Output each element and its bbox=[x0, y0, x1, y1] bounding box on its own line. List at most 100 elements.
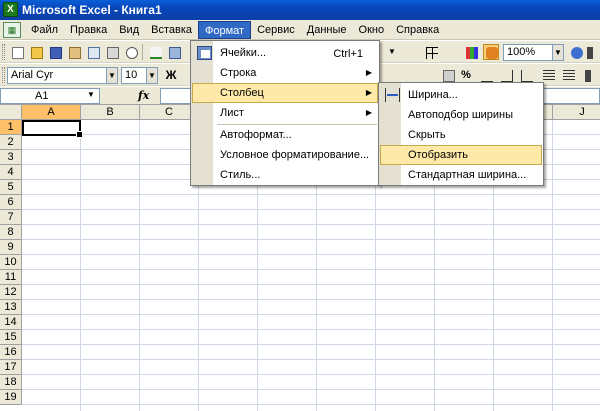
title-bar: X Microsoft Excel - Книга1 bbox=[0, 0, 600, 20]
toolbar-options-icon[interactable] bbox=[585, 44, 595, 60]
spelling-icon[interactable] bbox=[147, 44, 163, 60]
menu-item-row[interactable]: Строка ▶ bbox=[192, 63, 378, 83]
insert-function-icon[interactable]: fx bbox=[138, 89, 149, 102]
grid-line bbox=[22, 254, 600, 255]
submenu-item-standard-width[interactable]: Стандартная ширина... bbox=[380, 165, 542, 185]
new-document-icon[interactable] bbox=[9, 44, 25, 60]
grid-line bbox=[22, 209, 600, 210]
row-header[interactable]: 19 bbox=[0, 390, 22, 405]
menu-item-style[interactable]: Стиль... bbox=[192, 165, 378, 185]
function-dropdown-icon[interactable]: ▼ bbox=[386, 44, 398, 61]
menu-item-label: Стиль... bbox=[220, 169, 261, 181]
help-icon[interactable] bbox=[568, 44, 584, 60]
submenu-item-hide[interactable]: Скрыть bbox=[380, 125, 542, 145]
font-size-dropdown-icon[interactable]: ▼ bbox=[146, 67, 158, 84]
email-icon[interactable] bbox=[85, 44, 101, 60]
increase-indent-icon[interactable] bbox=[560, 67, 576, 83]
menu-item-cells[interactable]: Ячейки... Ctrl+1 bbox=[192, 43, 378, 63]
row-header[interactable]: 7 bbox=[0, 210, 22, 225]
excel-app-icon[interactable]: X bbox=[3, 2, 18, 17]
column-header[interactable]: J bbox=[553, 105, 600, 120]
row-header[interactable]: 6 bbox=[0, 195, 22, 210]
drawing-icon[interactable] bbox=[483, 44, 499, 60]
menu-item-sheet[interactable]: Лист ▶ bbox=[192, 103, 378, 123]
save-icon[interactable] bbox=[47, 44, 63, 60]
row-header[interactable]: 12 bbox=[0, 285, 22, 300]
research-icon[interactable] bbox=[166, 44, 182, 60]
grid-line bbox=[22, 359, 600, 360]
decrease-indent-icon[interactable] bbox=[540, 67, 556, 83]
print-preview-icon[interactable] bbox=[123, 44, 139, 60]
chart-wizard-icon[interactable] bbox=[463, 44, 479, 60]
comma-style-icon[interactable] bbox=[478, 67, 494, 83]
menu-insert[interactable]: Вставка bbox=[145, 21, 198, 39]
menu-view[interactable]: Вид bbox=[113, 21, 145, 39]
menu-edit[interactable]: Правка bbox=[64, 21, 113, 39]
row-header[interactable]: 11 bbox=[0, 270, 22, 285]
menu-bar: ▦ Файл Правка Вид Вставка Формат Сервис … bbox=[0, 20, 600, 40]
font-name-box[interactable]: Arial Cyr bbox=[7, 67, 107, 84]
menu-file[interactable]: Файл bbox=[25, 21, 64, 39]
bold-button[interactable]: Ж bbox=[163, 67, 179, 83]
workbook-icon[interactable]: ▦ bbox=[3, 21, 21, 38]
select-all-corner[interactable] bbox=[0, 105, 22, 120]
menu-format[interactable]: Формат bbox=[198, 20, 252, 39]
row-header[interactable]: 16 bbox=[0, 345, 22, 360]
menu-item-autoformat[interactable]: Автоформат... bbox=[192, 125, 378, 145]
font-name-dropdown-icon[interactable]: ▼ bbox=[106, 67, 118, 84]
grid-line bbox=[22, 299, 600, 300]
menu-item-label: Ширина... bbox=[408, 89, 458, 101]
submenu-item-width[interactable]: Ширина... bbox=[380, 85, 542, 105]
print-icon[interactable] bbox=[104, 44, 120, 60]
row-header[interactable]: 14 bbox=[0, 315, 22, 330]
menu-tools[interactable]: Сервис bbox=[251, 21, 301, 39]
grid-line bbox=[22, 314, 600, 315]
menu-item-label: Автоформат... bbox=[220, 129, 292, 141]
zoom-dropdown-icon[interactable]: ▼ bbox=[552, 44, 564, 61]
toolbar-grip[interactable] bbox=[2, 44, 5, 60]
menu-help[interactable]: Справка bbox=[390, 21, 445, 39]
row-header[interactable]: 4 bbox=[0, 165, 22, 180]
row-header[interactable]: 2 bbox=[0, 135, 22, 150]
column-width-icon bbox=[385, 88, 400, 102]
menu-item-label: Стандартная ширина... bbox=[408, 169, 527, 181]
name-box-dropdown-icon[interactable]: ▼ bbox=[84, 88, 98, 104]
submenu-item-unhide[interactable]: Отобразить bbox=[380, 145, 542, 165]
menu-item-label: Условное форматирование... bbox=[220, 149, 370, 161]
menu-item-conditional-formatting[interactable]: Условное форматирование... bbox=[192, 145, 378, 165]
grid-line bbox=[22, 404, 600, 405]
permission-icon[interactable] bbox=[66, 44, 82, 60]
row-header[interactable]: 8 bbox=[0, 225, 22, 240]
submenu-arrow-icon: ▶ bbox=[365, 68, 372, 77]
row-header[interactable]: 1 bbox=[0, 120, 22, 135]
menu-item-column[interactable]: Столбец ▶ bbox=[192, 83, 378, 103]
borders-icon[interactable] bbox=[423, 44, 439, 60]
menu-window[interactable]: Окно bbox=[353, 21, 391, 39]
submenu-item-autofit[interactable]: Автоподбор ширины bbox=[380, 105, 542, 125]
column-header[interactable]: B bbox=[81, 105, 140, 120]
row-header[interactable]: 9 bbox=[0, 240, 22, 255]
currency-format-icon[interactable] bbox=[440, 67, 456, 83]
toolbar-options-icon[interactable] bbox=[582, 67, 594, 83]
row-header[interactable]: 15 bbox=[0, 330, 22, 345]
toolbar-grip[interactable] bbox=[2, 67, 5, 83]
grid-line bbox=[22, 344, 600, 345]
font-size-box[interactable]: 10 bbox=[121, 67, 147, 84]
percent-style-button[interactable]: % bbox=[458, 67, 474, 83]
active-cell[interactable] bbox=[22, 120, 83, 138]
increase-decimal-icon[interactable] bbox=[498, 67, 514, 83]
open-folder-icon[interactable] bbox=[28, 44, 44, 60]
row-header[interactable]: 10 bbox=[0, 255, 22, 270]
row-header[interactable]: 3 bbox=[0, 150, 22, 165]
row-header[interactable]: 18 bbox=[0, 375, 22, 390]
decrease-decimal-icon[interactable] bbox=[518, 67, 534, 83]
column-header[interactable]: A bbox=[22, 105, 81, 120]
column-submenu: Ширина... Автоподбор ширины Скрыть Отобр… bbox=[378, 82, 544, 186]
row-header[interactable]: 13 bbox=[0, 300, 22, 315]
row-header[interactable]: 17 bbox=[0, 360, 22, 375]
row-header[interactable]: 5 bbox=[0, 180, 22, 195]
menu-data[interactable]: Данные bbox=[301, 21, 353, 39]
submenu-arrow-icon: ▶ bbox=[365, 88, 372, 97]
zoom-box[interactable]: 100% bbox=[503, 44, 553, 61]
menu-item-shortcut: Ctrl+1 bbox=[333, 48, 363, 60]
